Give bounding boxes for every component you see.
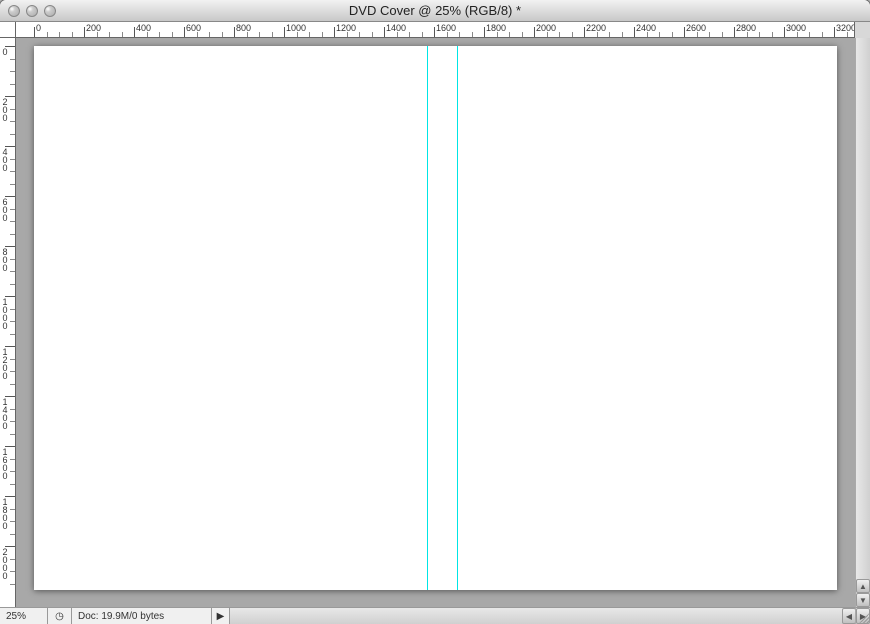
titlebar[interactable]: DVD Cover @ 25% (RGB/8) * (0, 0, 870, 22)
timer-icon: ◷ (55, 611, 64, 622)
status-bar: 25% ◷ Doc: 19.9M/0 bytes ▶ ◀ ▶ (0, 607, 870, 624)
ruler-vertical[interactable]: 0200400600800100012001400160018002000 (0, 38, 16, 607)
scroll-left-button[interactable]: ◀ (842, 608, 856, 624)
zoom-level-field[interactable]: 25% (0, 608, 48, 624)
zoom-level-label: 25% (6, 611, 26, 622)
doc-info-menu-button[interactable]: ▶ (212, 608, 230, 624)
close-button[interactable] (8, 5, 20, 17)
ruler-horizontal[interactable]: 0200400600800100012001400160018002000220… (16, 22, 855, 38)
scroll-down-button[interactable]: ▼ (856, 593, 870, 607)
canvas[interactable] (34, 46, 837, 590)
doc-info[interactable]: Doc: 19.9M/0 bytes (72, 608, 212, 624)
canvas-viewport[interactable] (16, 38, 855, 607)
down-icon: ▼ (859, 596, 867, 605)
up-icon: ▲ (859, 582, 867, 591)
document-window: DVD Cover @ 25% (RGB/8) * 02004006008001… (0, 0, 870, 624)
traffic-lights (0, 5, 56, 17)
scrollbar-vertical[interactable]: ▲ ▼ (855, 38, 870, 607)
guide-vertical[interactable] (457, 46, 458, 590)
doc-info-label: Doc: 19.9M/0 bytes (78, 611, 164, 622)
timing-icon[interactable]: ◷ (48, 608, 72, 624)
minimize-button[interactable] (26, 5, 38, 17)
zoom-button[interactable] (44, 5, 56, 17)
ruler-origin[interactable] (0, 22, 16, 38)
resize-grip[interactable] (855, 607, 870, 624)
scroll-up-button[interactable]: ▲ (856, 579, 870, 593)
guide-vertical[interactable] (427, 46, 428, 590)
left-icon: ◀ (846, 612, 852, 621)
window-title: DVD Cover @ 25% (RGB/8) * (0, 3, 870, 18)
scrollbar-horizontal[interactable]: ◀ ▶ (230, 608, 870, 624)
chevron-right-icon: ▶ (217, 611, 225, 622)
